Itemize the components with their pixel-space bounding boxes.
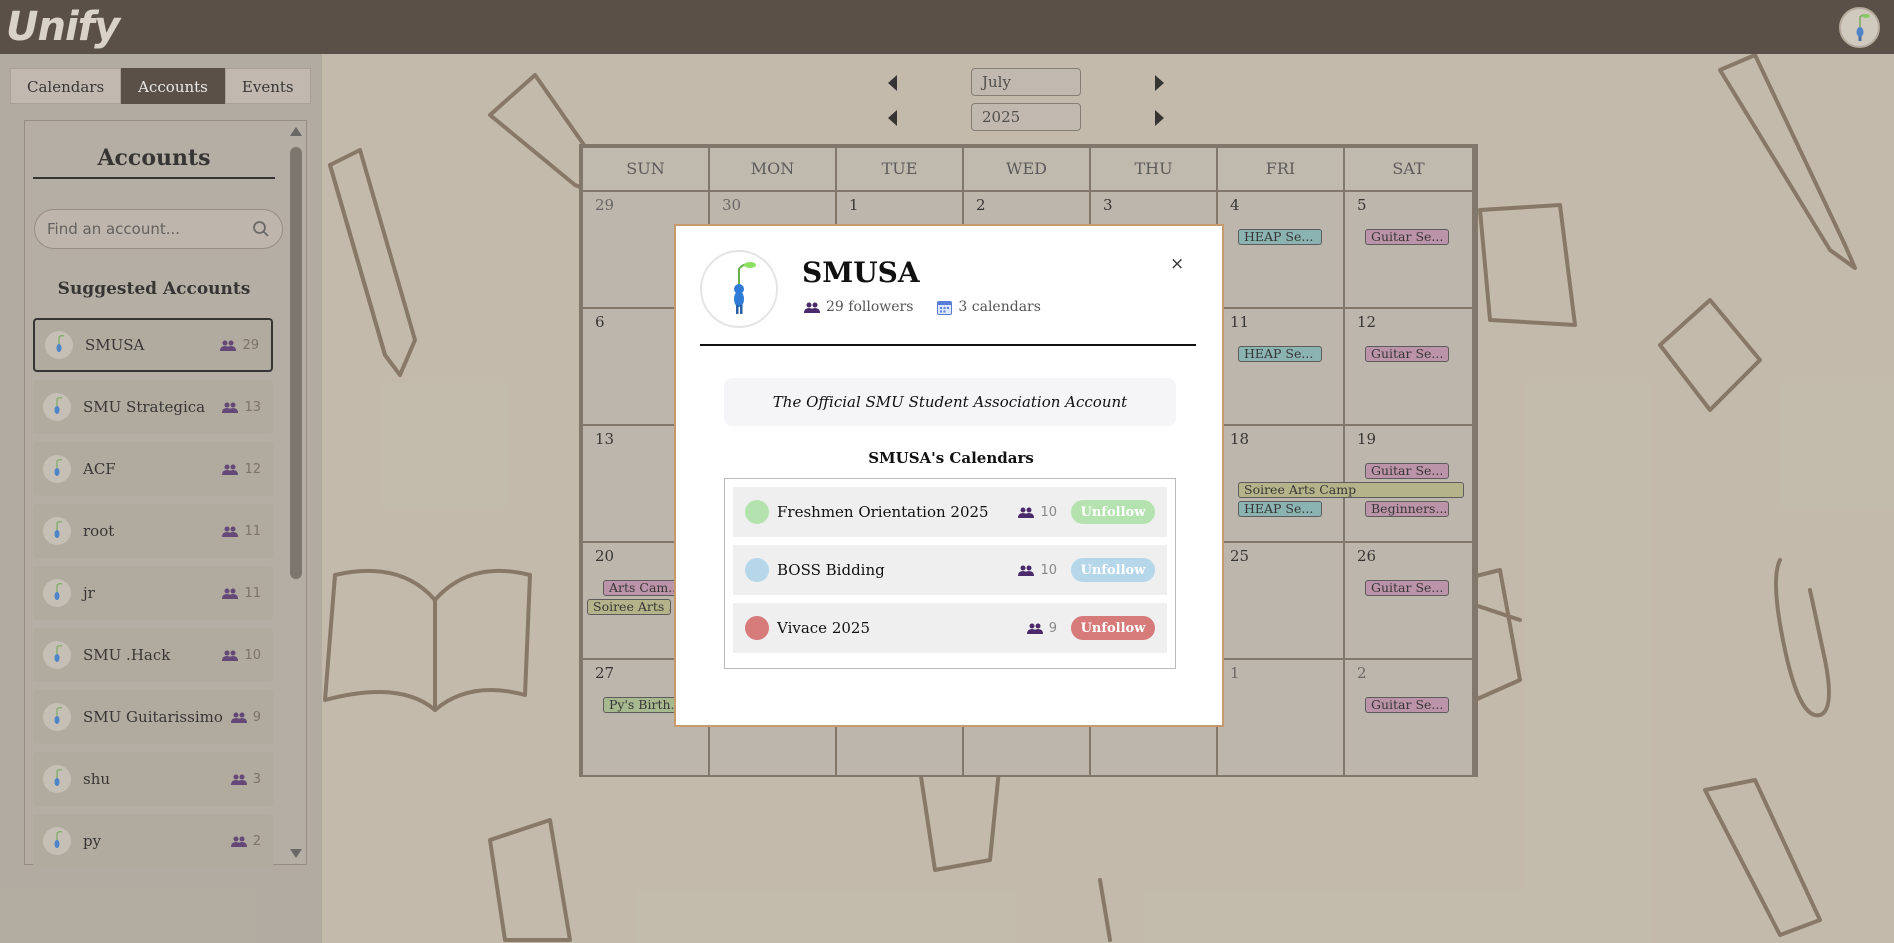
calendar-name: Freshmen Orientation 2025 xyxy=(777,503,989,521)
account-description: The Official SMU Student Association Acc… xyxy=(724,378,1176,426)
unfollow-button[interactable]: Unfollow xyxy=(1071,500,1155,524)
close-icon[interactable]: × xyxy=(1170,254,1184,274)
calendar-follower-count: 10 xyxy=(1040,562,1057,578)
calendar-follower-count: 10 xyxy=(1040,504,1057,520)
account-name: SMUSA xyxy=(802,256,920,289)
calendar-icon xyxy=(937,300,953,315)
followers-icon xyxy=(804,302,820,313)
calendar-color-dot xyxy=(745,616,769,640)
account-modal: SMUSA 29 followers 3 calendars × The Off… xyxy=(674,224,1224,727)
unfollow-button[interactable]: Unfollow xyxy=(1071,558,1155,582)
followers-icon xyxy=(1026,623,1043,634)
calendar-color-dot xyxy=(745,558,769,582)
followers-icon xyxy=(1018,507,1035,518)
account-avatar xyxy=(700,250,778,328)
calendar-follower-count: 9 xyxy=(1048,620,1057,636)
account-calendar-row[interactable]: Freshmen Orientation 2025 10 Unfollow xyxy=(733,487,1167,537)
account-calendars-list: Freshmen Orientation 2025 10 Unfollow BOSS … xyxy=(724,478,1176,669)
calendar-name: BOSS Bidding xyxy=(777,561,885,579)
unfollow-button[interactable]: Unfollow xyxy=(1071,616,1155,640)
account-stats: 29 followers 3 calendars xyxy=(804,299,1041,315)
modal-divider xyxy=(700,344,1196,346)
calendar-color-dot xyxy=(745,500,769,524)
pikmin-avatar-icon xyxy=(734,262,756,314)
account-calendars-title: SMUSA's Calendars xyxy=(868,449,1034,467)
calendars-count: 3 calendars xyxy=(958,299,1041,315)
followers-count: 29 followers xyxy=(826,299,914,315)
account-calendar-row[interactable]: BOSS Bidding 10 Unfollow xyxy=(733,545,1167,595)
calendar-followers: 10 xyxy=(1018,505,1057,520)
followers-icon xyxy=(1018,565,1035,576)
account-calendar-row[interactable]: Vivace 2025 9 Unfollow xyxy=(733,603,1167,653)
calendar-followers: 9 xyxy=(1026,620,1057,636)
calendar-followers: 10 xyxy=(1018,563,1057,578)
calendar-name: Vivace 2025 xyxy=(777,619,871,637)
